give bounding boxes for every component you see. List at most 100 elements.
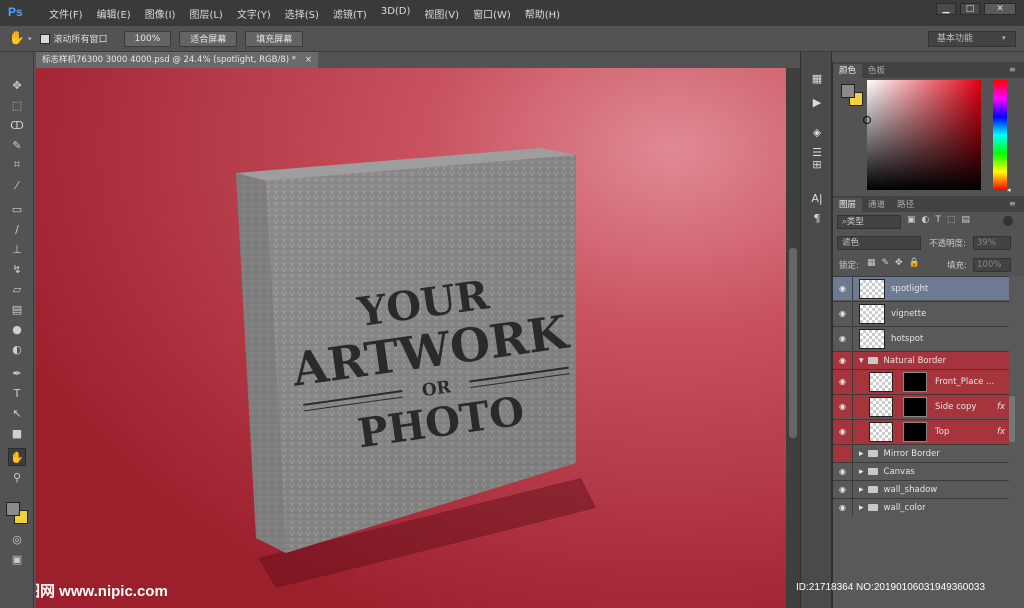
fill-input[interactable]: 100% <box>973 258 1011 272</box>
lock-icons[interactable]: ▦✎✥🔒 <box>867 258 926 268</box>
layer-row[interactable]: ◉ ▸ wall_color <box>833 498 1009 516</box>
blend-mode-select[interactable]: 滤色 <box>837 236 921 250</box>
layer-mask-thumbnail[interactable] <box>903 396 927 417</box>
chevron-right-icon[interactable]: ▸ <box>859 503 864 513</box>
layer-row[interactable]: ◉ ▸ Canvas <box>833 462 1009 480</box>
move-tool-icon[interactable]: ✥ <box>8 76 26 94</box>
document-tab[interactable]: 标志样机76300 3000 4000.psd @ 24.4% (spotlig… <box>36 52 318 68</box>
chevron-down-icon[interactable]: ▾ <box>1002 34 1006 42</box>
chevron-down-icon[interactable]: ▾ <box>28 35 32 43</box>
visibility-eye-icon[interactable]: ◉ <box>833 327 853 350</box>
quick-mask-icon[interactable]: ◎ <box>8 530 26 548</box>
opacity-input[interactable]: 39% <box>973 236 1011 250</box>
close-tab-icon[interactable]: × <box>305 52 312 68</box>
scrollbar-thumb[interactable] <box>789 248 797 438</box>
scroll-all-checkbox[interactable] <box>39 33 50 44</box>
layer-row[interactable]: ◉ Side copy fx <box>833 394 1009 418</box>
adjustments-panel-icon[interactable]: ◈ <box>808 126 826 142</box>
layer-row[interactable]: ◉ Top fx <box>833 419 1009 443</box>
layers-scrollbar-thumb[interactable] <box>1009 396 1015 442</box>
layer-row[interactable]: ◉ spotlight <box>833 276 1009 300</box>
panel-menu-icon[interactable]: ≡ <box>1009 65 1016 74</box>
clone-stamp-tool-icon[interactable]: ⊥ <box>8 240 26 258</box>
chevron-right-icon[interactable]: ▸ <box>859 449 864 459</box>
filter-toggle-icon[interactable] <box>1003 216 1013 226</box>
fit-screen-button[interactable]: 适合屏幕 <box>179 30 238 47</box>
menu-item[interactable]: 图像(I) <box>138 6 183 21</box>
layer-row[interactable]: ◉ ▾ Natural Border <box>833 351 1009 369</box>
type-tool-icon[interactable]: T <box>8 384 26 402</box>
menu-item[interactable]: 文件(F) <box>42 6 90 21</box>
panel-tab[interactable]: 通道 <box>862 198 891 212</box>
fx-icon[interactable]: fx <box>997 427 1005 437</box>
chevron-right-icon[interactable]: ▸ <box>859 485 864 495</box>
foreground-color-swatch[interactable] <box>6 502 20 516</box>
maximize-button[interactable]: □ <box>960 3 980 15</box>
close-button[interactable]: ✕ <box>984 3 1016 15</box>
character-panel-icon[interactable]: A| <box>808 192 826 208</box>
marquee-tool-icon[interactable]: ⬚ <box>8 96 26 114</box>
visibility-eye-icon[interactable]: ◉ <box>833 499 853 516</box>
layer-row[interactable]: ◉ Front_Place ... <box>833 369 1009 393</box>
brush-tool-icon[interactable]: ∕ <box>8 220 26 238</box>
zoom-100-button[interactable]: 100% <box>123 30 172 47</box>
visibility-eye-icon[interactable]: ◉ <box>833 481 853 498</box>
visibility-eye-icon[interactable] <box>833 445 853 462</box>
layer-row[interactable]: ▸ Mirror Border <box>833 444 1009 462</box>
info-panel-icon[interactable]: ⊞ <box>808 158 826 174</box>
menu-item[interactable]: 3D(D) <box>374 6 418 21</box>
history-panel-icon[interactable]: ▦ <box>808 72 826 88</box>
visibility-eye-icon[interactable]: ◉ <box>833 370 853 393</box>
gradient-tool-icon[interactable]: ▤ <box>8 300 26 318</box>
panel-menu-icon[interactable]: ≡ <box>1009 199 1016 208</box>
visibility-eye-icon[interactable]: ◉ <box>833 302 853 325</box>
panel-tab[interactable]: 路径 <box>891 198 920 212</box>
menu-item[interactable]: 编辑(E) <box>90 6 138 21</box>
layer-row[interactable]: ◉ hotspot <box>833 326 1009 350</box>
chevron-down-icon[interactable]: ▾ <box>859 356 864 366</box>
menu-item[interactable]: 视图(V) <box>417 6 466 21</box>
layer-row[interactable]: ◉ ▸ wall_shadow <box>833 480 1009 498</box>
fill-screen-button[interactable]: 填充屏幕 <box>245 30 304 47</box>
eyedropper-tool-icon[interactable]: ⁄ <box>8 176 26 194</box>
rectangle-tool-icon[interactable]: ■ <box>8 424 26 442</box>
history-brush-tool-icon[interactable]: ↯ <box>8 260 26 278</box>
menu-item[interactable]: 帮助(H) <box>518 6 567 21</box>
document-canvas[interactable]: YOUR ARTWORK OR PHOTO 昵图网 www.nipic.com <box>36 68 786 608</box>
lasso-tool-icon[interactable]: ↀ <box>8 116 26 134</box>
blur-tool-icon[interactable]: ● <box>8 320 26 338</box>
zoom-tool-icon[interactable]: ⚲ <box>8 468 26 486</box>
pen-tool-icon[interactable]: ✒ <box>8 364 26 382</box>
minimize-button[interactable]: ▁ <box>936 3 956 15</box>
visibility-eye-icon[interactable]: ◉ <box>833 463 853 480</box>
layer-filter-icons[interactable]: ▣◐T⬚▤ <box>907 215 976 225</box>
menu-item[interactable]: 滤镜(T) <box>326 6 374 21</box>
menu-item[interactable]: 窗口(W) <box>466 6 518 21</box>
fx-icon[interactable]: fx <box>997 402 1005 412</box>
layer-filter-select[interactable]: ⌕类型 <box>837 215 901 229</box>
actions-panel-icon[interactable]: ▶ <box>808 96 826 112</box>
panel-tab[interactable]: 图层 <box>833 198 863 212</box>
hand-tool-icon[interactable]: ✋ <box>8 448 26 466</box>
panel-tab[interactable]: 色板 <box>862 64 891 78</box>
screen-mode-icon[interactable]: ▣ <box>8 550 26 568</box>
layer-mask-thumbnail[interactable] <box>903 421 927 442</box>
color-field[interactable] <box>863 80 981 190</box>
eraser-tool-icon[interactable]: ▱ <box>8 280 26 298</box>
canvas-scrollbar[interactable] <box>786 68 800 608</box>
menu-item[interactable]: 选择(S) <box>278 6 326 21</box>
quick-select-tool-icon[interactable]: ✎ <box>8 136 26 154</box>
hue-slider-handle[interactable]: ◂ <box>1007 186 1011 194</box>
paragraph-panel-icon[interactable]: ¶ <box>808 212 826 228</box>
color-picker-cursor[interactable] <box>863 116 871 124</box>
visibility-eye-icon[interactable]: ◉ <box>833 277 853 300</box>
layer-row[interactable]: ◉ vignette <box>833 301 1009 325</box>
crop-tool-icon[interactable]: ⌗ <box>8 156 26 174</box>
dodge-tool-icon[interactable]: ◐ <box>8 340 26 358</box>
panel-tab[interactable]: 颜色 <box>833 64 863 78</box>
chevron-right-icon[interactable]: ▸ <box>859 467 864 477</box>
healing-brush-tool-icon[interactable]: ▭ <box>8 200 26 218</box>
path-selection-tool-icon[interactable]: ↖ <box>8 404 26 422</box>
foreground-color-chip[interactable] <box>841 84 855 98</box>
visibility-eye-icon[interactable]: ◉ <box>833 395 853 418</box>
